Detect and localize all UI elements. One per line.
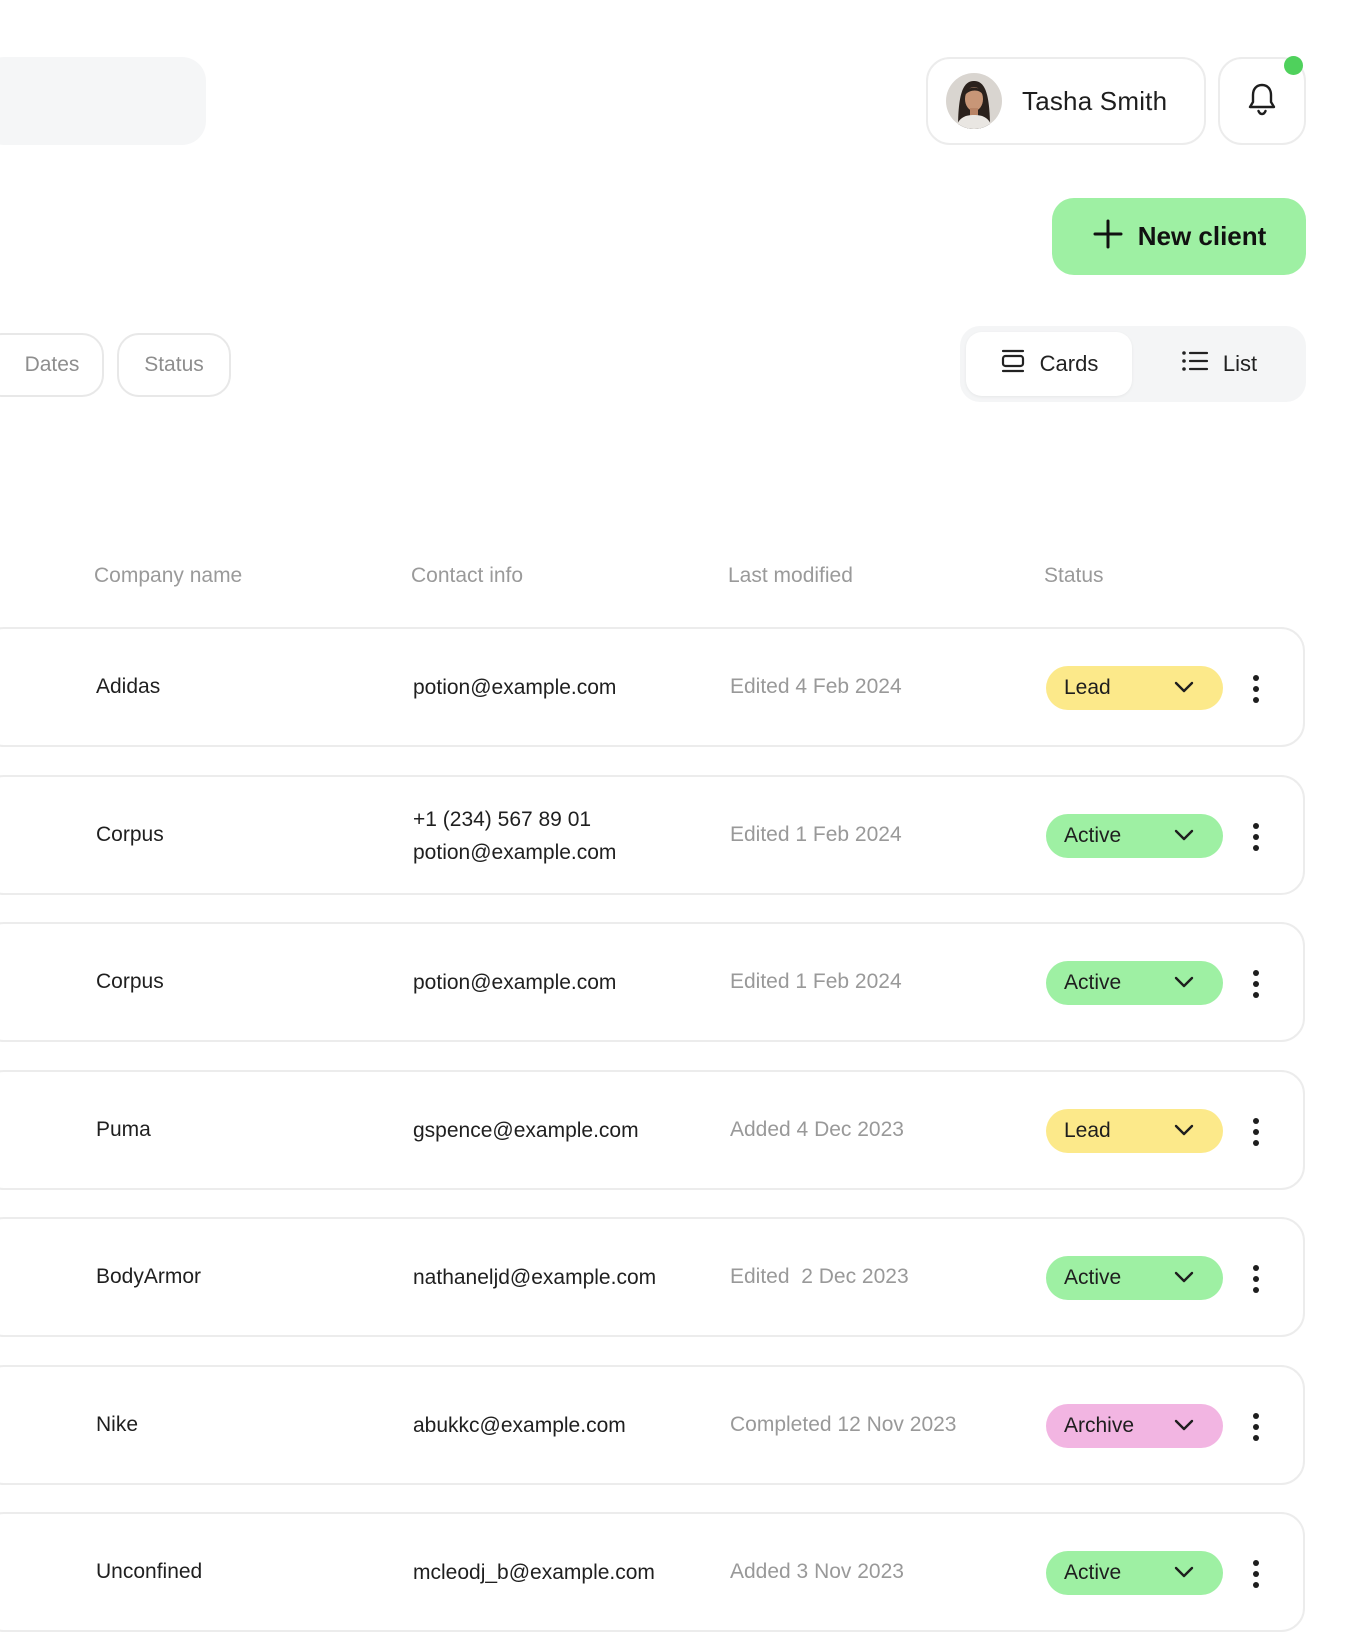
chevron-down-icon	[1173, 1561, 1195, 1585]
filter-status[interactable]: Status	[117, 333, 231, 397]
more-options-icon[interactable]	[1244, 962, 1268, 1006]
company-name: Unconfined	[96, 1560, 203, 1583]
notification-badge	[1284, 56, 1303, 75]
view-cards-label: Cards	[1039, 351, 1099, 376]
company-name: Puma	[96, 1118, 151, 1141]
contact-info: abukkc@example.com	[413, 1409, 626, 1442]
last-modified: Added 4 Dec 2023	[730, 1118, 904, 1141]
last-modified: Added 3 Nov 2023	[730, 1560, 904, 1583]
last-modified: Edited 1 Feb 2024	[730, 970, 902, 993]
more-options-icon[interactable]	[1244, 1405, 1268, 1449]
company-name: Adidas	[96, 675, 161, 698]
status-dropdown[interactable]: Lead	[1046, 666, 1223, 710]
contact-line: potion@example.com	[413, 676, 617, 699]
status-dropdown[interactable]: Lead	[1046, 1109, 1223, 1153]
filter-dates[interactable]: Dates	[0, 333, 104, 397]
contact-line: potion@example.com	[413, 841, 617, 864]
more-options-icon[interactable]	[1244, 667, 1268, 711]
status-label: Lead	[1064, 676, 1111, 699]
table-row[interactable]: Puma gspence@example.com Added 4 Dec 2023 L…	[0, 1070, 1305, 1190]
company-name: Nike	[96, 1413, 139, 1436]
status-label: Archive	[1064, 1414, 1135, 1437]
table-row[interactable]: Unconfined mcleodj_b@example.com Added 3 N…	[0, 1512, 1305, 1632]
company-name: Corpus	[96, 970, 164, 993]
contact-info: potion@example.com	[413, 671, 616, 704]
contact-line: potion@example.com	[413, 971, 617, 994]
more-options-icon[interactable]	[1244, 1110, 1268, 1154]
user-name: Tasha Smith	[1022, 85, 1168, 116]
chevron-down-icon	[1173, 1266, 1195, 1290]
contact-line: gspence@example.com	[413, 1119, 639, 1142]
table-row[interactable]: BodyArmor nathaneljd@example.com Edited 2 …	[0, 1217, 1305, 1337]
list-icon	[1181, 349, 1209, 379]
contact-info: mcleodj_b@example.com	[413, 1556, 655, 1589]
more-options-icon[interactable]	[1244, 1552, 1268, 1596]
plus-icon	[1092, 218, 1124, 255]
contact-line: abukkc@example.com	[413, 1414, 626, 1437]
column-header-contact: Contact info	[411, 564, 524, 587]
new-client-label: New client	[1137, 221, 1267, 251]
status-label: Active	[1064, 971, 1122, 994]
company-name: Corpus	[96, 823, 164, 846]
status-dropdown[interactable]: Active	[1046, 961, 1223, 1005]
view-list-button[interactable]: List	[1138, 332, 1300, 396]
table-row[interactable]: Adidas potion@example.com Edited 4 Feb 202…	[0, 627, 1305, 747]
chevron-down-icon	[1173, 676, 1195, 700]
table-row[interactable]: Corpus potion@example.com Edited 1 Feb 202…	[0, 922, 1305, 1042]
contact-line: +1 (234) 567 89 01	[413, 808, 592, 831]
avatar	[946, 73, 1002, 129]
more-options-icon[interactable]	[1244, 1257, 1268, 1301]
column-header-modified: Last modified	[728, 564, 853, 587]
chevron-down-icon	[1173, 824, 1195, 848]
chevron-down-icon	[1173, 971, 1195, 995]
column-header-status: Status	[1044, 564, 1104, 587]
status-label: Active	[1064, 1561, 1122, 1584]
status-label: Active	[1064, 824, 1122, 847]
contact-line: nathaneljd@example.com	[413, 1266, 657, 1289]
more-options-icon[interactable]	[1244, 815, 1268, 859]
chevron-down-icon	[1173, 1119, 1195, 1143]
last-modified: Edited 4 Feb 2024	[730, 675, 902, 698]
last-modified: Edited 1 Feb 2024	[730, 823, 902, 846]
table-row[interactable]: Nike abukkc@example.com Completed 12 Nov 2…	[0, 1365, 1305, 1485]
bell-icon	[1246, 81, 1278, 122]
cards-icon	[1000, 348, 1026, 380]
status-dropdown[interactable]: Archive	[1046, 1404, 1223, 1448]
search-bar[interactable]	[0, 57, 206, 145]
company-name: BodyArmor	[96, 1265, 202, 1288]
status-label: Lead	[1064, 1119, 1111, 1142]
view-list-label: List	[1222, 351, 1258, 376]
contact-info: gspence@example.com	[413, 1114, 639, 1147]
status-dropdown[interactable]: Active	[1046, 814, 1223, 858]
user-menu-button[interactable]: Tasha Smith	[926, 57, 1206, 145]
contact-info: +1 (234) 567 89 01 potion@example.com	[413, 803, 616, 869]
contact-info: potion@example.com	[413, 966, 616, 999]
last-modified: Completed 12 Nov 2023	[730, 1413, 957, 1436]
chevron-down-icon	[1173, 1414, 1195, 1438]
status-label: Active	[1064, 1266, 1122, 1289]
view-cards-button[interactable]: Cards	[966, 332, 1132, 396]
status-dropdown[interactable]: Active	[1046, 1551, 1223, 1595]
table-row[interactable]: Corpus +1 (234) 567 89 01 potion@example.c…	[0, 775, 1305, 895]
new-client-button[interactable]: New client	[1052, 198, 1306, 275]
contact-info: nathaneljd@example.com	[413, 1261, 656, 1294]
last-modified: Edited 2 Dec 2023	[730, 1265, 909, 1288]
status-dropdown[interactable]: Active	[1046, 1256, 1223, 1300]
column-header-company: Company name	[94, 564, 243, 587]
contact-line: mcleodj_b@example.com	[413, 1561, 655, 1584]
